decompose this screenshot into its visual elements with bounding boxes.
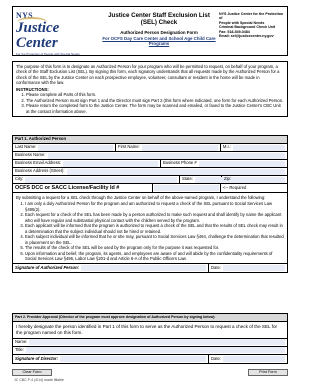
- business-name-label: Business Name:: [15, 152, 46, 158]
- zip-input[interactable]: [233, 176, 285, 183]
- form-subtitle-program: For OCFS Day Care Center and School Age …: [102, 35, 216, 46]
- agreement-list: I am only a duly Authorized Person for t…: [16, 201, 284, 261]
- director-date-input[interactable]: [223, 355, 285, 362]
- director-signature-row: Signature of Director: Date:: [13, 354, 287, 363]
- agreement-item: Each applicant will be informed that the…: [25, 223, 284, 234]
- city-row: City: State: Zip:: [13, 176, 287, 184]
- business-address-input[interactable]: [66, 168, 285, 175]
- part2-header-row: Part 2. Provider Approval (Director of t…: [13, 314, 287, 322]
- mi-label: M.I.:: [222, 144, 231, 150]
- zip-label: Zip:: [224, 176, 231, 182]
- form-title-line1: Justice Center Staff Exclusion List: [108, 12, 210, 19]
- form-subtitle: Authorized Person Designation Form: [120, 29, 198, 35]
- director-name-input[interactable]: [29, 339, 285, 346]
- business-phone-input[interactable]: [198, 160, 285, 167]
- part2-section: Part 2. Provider Approval (Director of t…: [12, 313, 288, 364]
- ocfs-label: OCFS DCC or SACC License/Facility Id #: [13, 184, 153, 192]
- business-email-label: Business Email Address:: [15, 160, 62, 166]
- logo-tagline: For the Protection of People with Specia…: [16, 52, 80, 57]
- business-address-label: Business Address (Street):: [15, 168, 65, 174]
- director-name-label: Name:: [15, 339, 28, 345]
- director-signature-input[interactable]: [60, 355, 206, 362]
- agreement-item: I am only a duly Authorized Person for t…: [25, 201, 284, 212]
- first-name-input[interactable]: [141, 144, 218, 151]
- contact-line: NYS Justice Center for the Protection of: [219, 12, 284, 21]
- intro-section: The purpose of this form is to designate…: [12, 61, 288, 118]
- contact-line: Email: sel@justicecenter.ny.gov: [219, 34, 274, 39]
- business-email-input[interactable]: [63, 160, 158, 167]
- city-label: City:: [15, 176, 24, 182]
- part2-paragraph: I hereby designate the person identified…: [13, 322, 287, 339]
- business-name-row: Business Name:: [13, 152, 287, 160]
- logo-swoosh-icon: [17, 17, 47, 27]
- part1-section: Part 1. Authorized Person Last Name: Fir…: [12, 135, 288, 274]
- director-date-label: Date:: [211, 355, 222, 361]
- first-name-label: First Name:: [118, 144, 140, 150]
- contact-info: NYS Justice Center for the Protection of…: [217, 7, 287, 55]
- justice-center-logo: NYS Justice Center For the Protection of…: [13, 7, 101, 57]
- agreement-section: By submitting a request for a SEL check …: [13, 193, 287, 265]
- director-title-input[interactable]: [25, 347, 285, 354]
- auth-date-input[interactable]: [223, 265, 285, 272]
- form-title-block: Justice Center Staff Exclusion List (SEL…: [101, 7, 217, 55]
- part1-header: Part 1. Authorized Person: [15, 136, 67, 142]
- agreement-item: Each request for a check of the SEL has …: [25, 212, 284, 223]
- state-label: State:: [182, 176, 193, 182]
- business-name-input[interactable]: [47, 152, 285, 159]
- mi-input[interactable]: [233, 144, 285, 151]
- clear-form-button[interactable]: Clear Form: [12, 369, 52, 376]
- part2-header: Part 2. Provider Approval (Director of t…: [15, 315, 215, 320]
- print-form-button[interactable]: Print Form: [248, 369, 288, 376]
- last-name-label: Last Name:: [15, 144, 37, 150]
- business-phone-label: Business Phone #: [163, 160, 197, 166]
- form-header: NYS Justice Center For the Protection of…: [12, 6, 288, 56]
- auth-signature-input[interactable]: [81, 265, 206, 272]
- instructions-list: Please complete all Parts of this form. …: [16, 92, 284, 114]
- form-footer: JC CBC P-4 (4/14) made fillable: [14, 378, 64, 382]
- business-email-row: Business Email Address: Business Phone #: [13, 160, 287, 168]
- city-input[interactable]: [25, 176, 178, 183]
- part1-header-row: Part 1. Authorized Person: [13, 136, 287, 144]
- ocfs-id-input[interactable]: [154, 185, 219, 191]
- form-page: NYS Justice Center For the Protection of…: [0, 0, 298, 386]
- business-address-row: Business Address (Street):: [13, 168, 287, 176]
- agreement-item: Upon information and belief, the program…: [25, 251, 284, 262]
- agreement-intro: By submitting a request for a SEL check …: [16, 195, 266, 200]
- intro-paragraph: The purpose of this form is to designate…: [16, 64, 280, 86]
- director-name-row: Name:: [13, 339, 287, 347]
- director-signature-label: Signature of Director:: [15, 355, 59, 361]
- required-note: <-- Required: [223, 184, 247, 190]
- last-name-input[interactable]: [38, 144, 114, 151]
- director-title-label: Title:: [15, 347, 24, 353]
- director-title-row: Title:: [13, 347, 287, 355]
- auth-signature-row: Signature of Authorized Person: Date:: [13, 264, 287, 273]
- auth-date-label: Date:: [211, 265, 222, 271]
- auth-signature-label: Signature of Authorized Person:: [15, 265, 80, 271]
- agreement-item: Each subject individual will be informed…: [25, 234, 284, 245]
- name-row: Last Name: First Name: M.I.:: [13, 144, 287, 152]
- form-title-line2: (SEL) Check: [140, 19, 178, 27]
- ocfs-row: OCFS DCC or SACC License/Facility Id # <…: [13, 184, 287, 193]
- instruction-item: Please return the completed form to the …: [26, 103, 284, 114]
